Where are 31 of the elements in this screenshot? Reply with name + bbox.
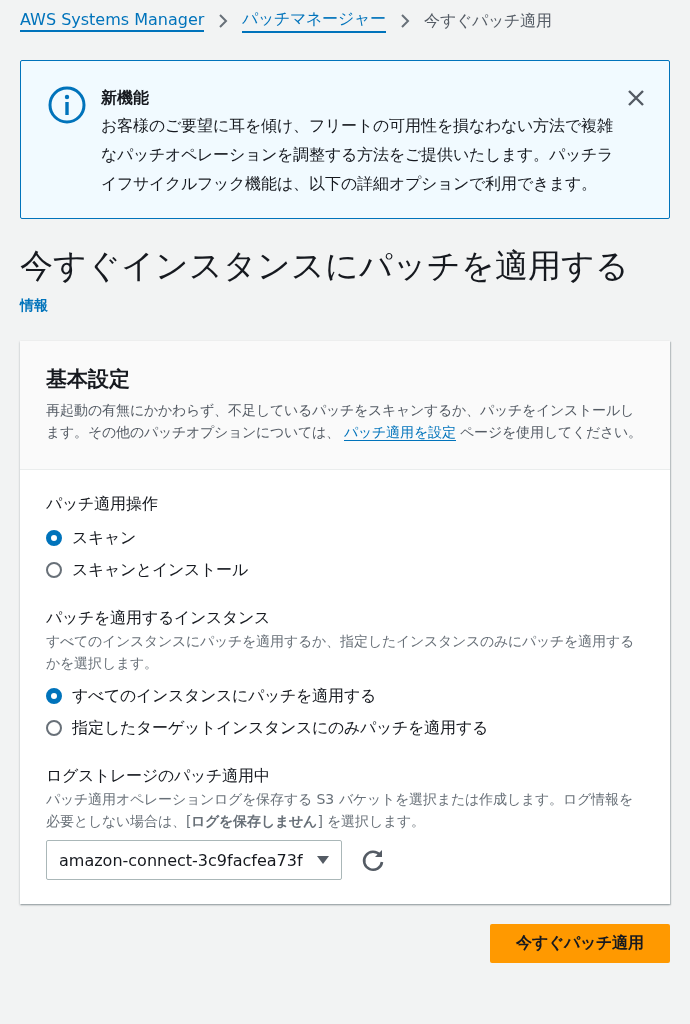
alert-title: 新機能 [101, 87, 150, 109]
close-icon[interactable] [627, 89, 645, 107]
card-title: 基本設定 [46, 366, 131, 393]
info-icon [47, 85, 87, 125]
radio-button[interactable] [46, 720, 62, 736]
patch-now-button[interactable]: 今すぐパッチ適用 [490, 924, 670, 963]
alert-message: お客様のご要望に耳を傾け、フリートの可用性を損なわない方法で複雑なパッチオペレーションを調整する方法をご提供いたします。パッチライフサイクルフック機能は、以下の詳細オプションで利用できます。 [101, 115, 613, 195]
breadcrumb-link[interactable]: パッチマネージャー [242, 9, 387, 33]
radio-option[interactable]: すべてのインスタンスにパッチを適用する [46, 684, 376, 708]
caret-icon [317, 855, 329, 865]
field-label: パッチを適用するインスタンス [46, 607, 271, 629]
radio-option[interactable]: スキャンとインストール [46, 558, 248, 582]
chevron-icon [400, 14, 411, 28]
field-description: すべてのインスタンスにパッチを適用するか、指定したインスタンスのみにパッチを適用するかを選択します。 [46, 632, 635, 673]
field-description: パッチ適用オペレーションログを保存する S3 バケットを選択または作成します。ログ情報を必要としない場合は、[ログを保存しません] を選択します。 [46, 790, 634, 831]
field-label: ログストレージのパッチ適用中 [46, 765, 271, 787]
radio-option[interactable]: 指定したターゲットインスタンスにのみパッチを適用する [46, 716, 488, 740]
refresh-icon[interactable] [360, 847, 386, 873]
page-title: 今すぐインスタンスにパッチを適用する [20, 245, 630, 287]
bucket-select[interactable]: amazon-connect-3c9facfea73f [46, 840, 342, 880]
info-link[interactable]: 情報 [20, 297, 48, 315]
card-description: 再起動の有無にかかわらず、不足しているパッチをスキャンするか、パッチをインストールします。その他のパッチオプションについては、 パッチ適用を設定 ページを使用してください。 [46, 401, 643, 443]
field-label: パッチ適用操作 [46, 493, 159, 515]
breadcrumb-link[interactable]: AWS Systems Manager [20, 10, 205, 32]
radio-option[interactable]: スキャン [46, 526, 136, 550]
radio-button[interactable] [46, 688, 62, 704]
settings-link[interactable]: パッチ適用を設定 [344, 424, 456, 441]
chevron-icon [218, 14, 229, 28]
radio-button[interactable] [46, 530, 62, 546]
breadcrumb-current: 今すぐパッチ適用 [424, 10, 553, 32]
radio-button[interactable] [46, 562, 62, 578]
